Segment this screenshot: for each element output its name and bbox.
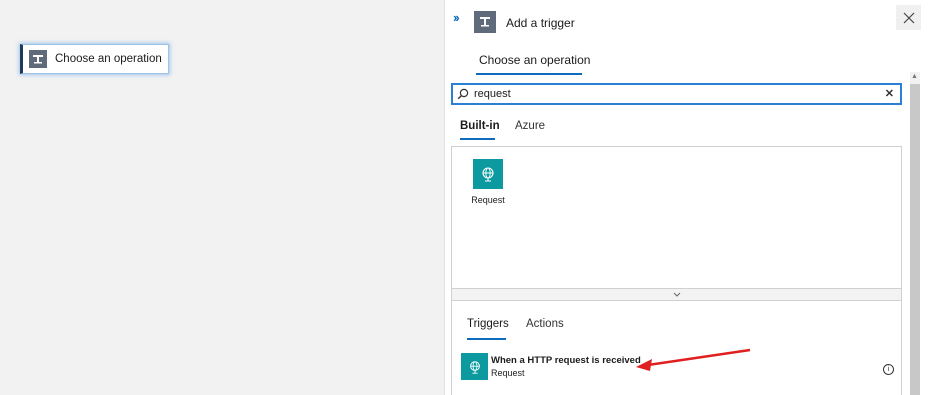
tab-underline xyxy=(460,138,495,140)
designer-canvas: Choose an operation xyxy=(0,0,444,395)
collapse-bar[interactable] xyxy=(451,289,902,301)
search-input[interactable] xyxy=(474,88,874,100)
result-title: When a HTTP request is received xyxy=(491,355,641,366)
clear-icon[interactable]: ✕ xyxy=(885,87,894,100)
close-icon[interactable] xyxy=(896,5,921,30)
trigger-panel: ›› Add a trigger Choose an operation ▲ ✕… xyxy=(444,0,929,395)
double-chevron-right-icon[interactable]: ›› xyxy=(453,10,460,25)
tab-underline xyxy=(467,338,506,340)
search-box[interactable]: ✕ xyxy=(451,83,902,105)
choose-operation-node[interactable]: Choose an operation xyxy=(20,44,169,74)
tab-triggers[interactable]: Triggers xyxy=(467,318,509,330)
node-label: Choose an operation xyxy=(55,53,162,65)
scroll-up-icon[interactable]: ▲ xyxy=(911,73,918,80)
panel-title: Add a trigger xyxy=(506,16,575,30)
info-icon[interactable]: i xyxy=(883,364,894,375)
chevron-down-icon xyxy=(673,292,680,297)
search-icon xyxy=(457,88,470,101)
globe-icon xyxy=(461,353,488,380)
result-http-request-received[interactable]: When a HTTP request is received Request xyxy=(461,353,901,383)
result-subtitle: Request xyxy=(491,368,525,378)
tab-underline xyxy=(476,73,582,75)
scrollbar-thumb[interactable] xyxy=(910,84,920,395)
trigger-icon xyxy=(474,11,496,33)
tab-azure[interactable]: Azure xyxy=(515,120,545,132)
tab-actions[interactable]: Actions xyxy=(526,318,564,330)
tab-built-in[interactable]: Built-in xyxy=(460,120,500,132)
globe-icon xyxy=(473,159,503,189)
trigger-icon xyxy=(29,50,47,68)
tab-choose-operation[interactable]: Choose an operation xyxy=(476,53,593,67)
connector-request[interactable]: Request xyxy=(470,159,506,205)
connector-label: Request xyxy=(471,195,505,205)
connector-list: Request xyxy=(451,146,902,289)
